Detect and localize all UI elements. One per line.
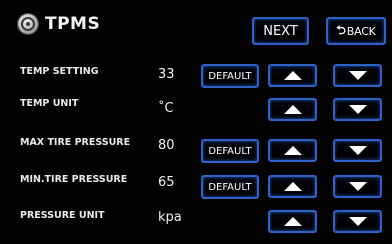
temp-unit-label: TEMP UNIT [20,98,79,109]
min-tire-pressure-up-button[interactable] [268,175,317,198]
next-button-label: NEXT [263,23,298,39]
brand-logo-icon [17,13,39,35]
max-tire-pressure-default-button[interactable]: DEFAULT [201,139,259,163]
arrow-up-icon [283,146,302,155]
pressure-unit-up-button[interactable] [268,210,317,233]
temp-setting-up-button[interactable] [268,64,317,87]
max-tire-pressure-up-button[interactable] [268,139,317,162]
temp-setting-label: TEMP SETTING [20,66,99,77]
back-button[interactable]: ⮌ BACK [326,17,386,45]
min-tire-pressure-default-button[interactable]: DEFAULT [201,175,259,199]
back-button-label: BACK [346,24,376,38]
next-button[interactable]: NEXT [252,17,309,45]
min-tire-pressure-down-button[interactable] [333,175,382,198]
max-tire-pressure-down-button[interactable] [333,139,382,162]
header-bar: TPMS NEXT ⮌ BACK [0,0,392,50]
tpms-settings-screen: TPMS NEXT ⮌ BACK TEMP SETTING 33 DEFAULT… [0,0,392,244]
temp-unit-up-button[interactable] [268,98,317,121]
max-tire-pressure-value: 80 [158,138,175,153]
temp-setting-value: 33 [158,67,175,82]
default-button-label: DEFAULT [208,70,252,82]
default-button-label: DEFAULT [208,181,252,193]
min-tire-pressure-label: MIN.TIRE PRESSURE [20,174,128,185]
arrow-up-icon [283,71,302,80]
arrow-up-icon [283,182,302,191]
temp-setting-default-button[interactable]: DEFAULT [201,64,259,88]
back-arrow-icon: ⮌ [336,22,346,37]
arrow-up-icon [283,217,302,226]
arrow-down-icon [348,105,367,114]
pressure-unit-label: PRESSURE UNIT [20,210,105,221]
min-tire-pressure-value: 65 [158,175,175,190]
arrow-up-icon [283,105,302,114]
temp-unit-down-button[interactable] [333,98,382,121]
arrow-down-icon [348,146,367,155]
arrow-down-icon [348,217,367,226]
page-title: TPMS [45,14,101,34]
default-button-label: DEFAULT [208,145,252,157]
pressure-unit-down-button[interactable] [333,210,382,233]
max-tire-pressure-label: MAX TIRE PRESSURE [20,137,131,148]
temp-setting-down-button[interactable] [333,64,382,87]
arrow-down-icon [348,71,367,80]
pressure-unit-value: kpa [158,210,182,225]
arrow-down-icon [348,182,367,191]
temp-unit-value: ˚C [158,101,174,116]
